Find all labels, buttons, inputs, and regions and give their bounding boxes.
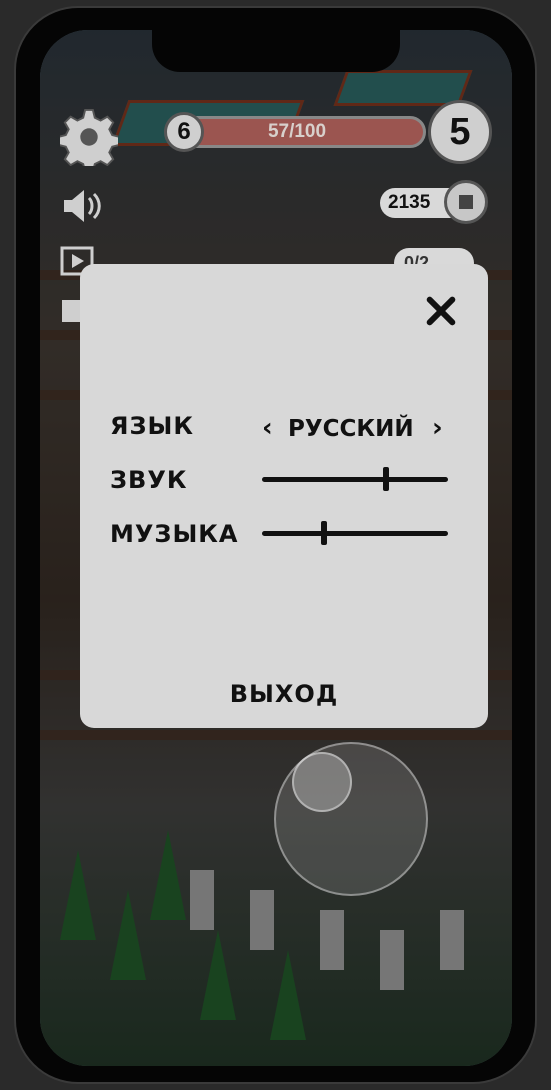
language-selector: ‹ РУССКИЙ › [262, 414, 452, 444]
speaker-icon[interactable] [60, 186, 104, 226]
level-progress-bar: 57/100 [168, 116, 426, 148]
joystick-knob[interactable] [292, 752, 352, 812]
next-level-badge: 5 [428, 100, 492, 164]
sound-slider-thumb[interactable] [383, 467, 389, 491]
chevron-left-icon[interactable]: ‹ [262, 414, 273, 442]
chevron-right-icon[interactable]: › [432, 414, 443, 442]
settings-dialog: ЯЗЫК ‹ РУССКИЙ › ЗВУК МУЗЫКА ВЫХОД [80, 264, 488, 728]
close-icon[interactable] [424, 294, 458, 328]
music-slider-track [262, 531, 448, 536]
music-label: МУЗЫКА [110, 520, 239, 548]
phone-notch [152, 30, 400, 72]
level-progress-text: 57/100 [267, 121, 327, 142]
coin-icon [444, 180, 488, 224]
current-level-badge: 6 [164, 112, 204, 152]
exit-button[interactable]: ВЫХОД [200, 674, 368, 714]
music-slider-thumb[interactable] [321, 521, 327, 545]
sound-slider-track [262, 477, 448, 482]
language-label: ЯЗЫК [110, 412, 195, 440]
language-value: РУССКИЙ [288, 416, 414, 442]
game-screen: 57/100 6 5 2135 0/2 ЯЗЫК ‹ РУССКИЙ › ЗВУ… [40, 30, 512, 1066]
sound-slider[interactable] [262, 464, 448, 494]
gear-icon[interactable] [60, 108, 118, 166]
music-slider[interactable] [262, 518, 448, 548]
sound-label: ЗВУК [110, 466, 188, 494]
